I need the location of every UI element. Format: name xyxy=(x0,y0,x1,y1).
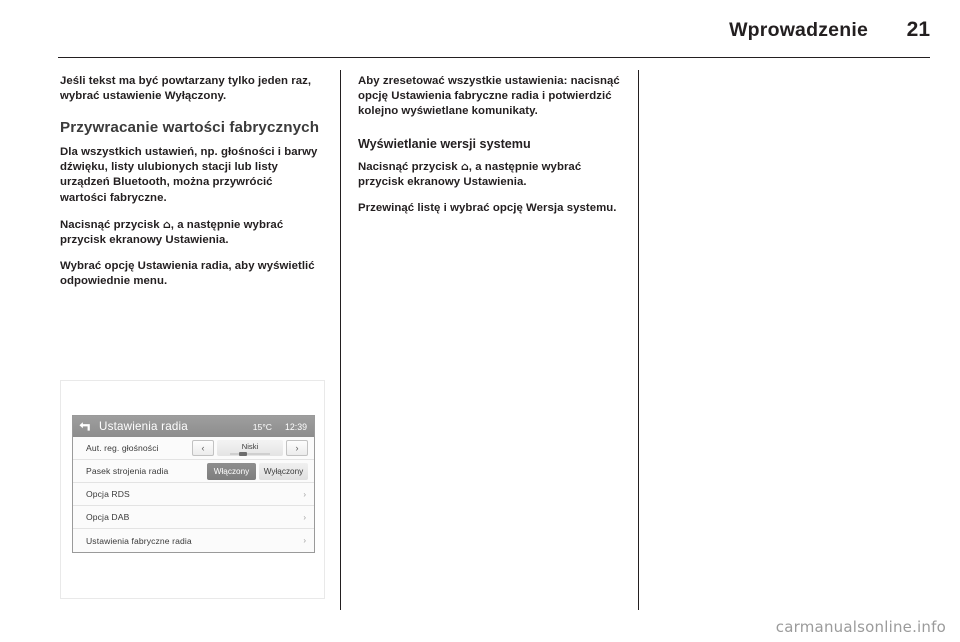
section-heading-system-version: Wyświetlanie wersji systemu xyxy=(358,136,531,151)
text-before-home-glyph: Nacisnąć przycisk xyxy=(60,218,163,231)
list-item[interactable]: Ustawienia fabryczne radia › xyxy=(73,529,314,552)
paragraph-select-radio-settings: Wybrać opcję Ustawienia radia, aby wyświ… xyxy=(60,260,315,288)
temperature-readout: 15°C xyxy=(252,421,272,432)
list-item[interactable]: Opcja DAB › xyxy=(73,506,314,529)
list-item[interactable]: Aut. reg. głośności ‹ Niski › xyxy=(73,437,314,460)
radio-screen-title: Ustawienia radia xyxy=(99,420,188,433)
column-middle: Aby zresetować wszystkie ustawienia: nac… xyxy=(358,74,620,227)
radio-titlebar: Ustawienia radia 15°C 12:39 xyxy=(73,416,314,437)
stepper-value: Niski xyxy=(217,440,283,456)
stepper-track xyxy=(230,451,270,456)
chevron-right-icon: › xyxy=(303,512,306,522)
home-button-icon: ⌂ xyxy=(162,217,171,231)
radio-settings-screen: Ustawienia radia 15°C 12:39 Aut. reg. gł… xyxy=(72,415,315,553)
paragraph-scroll-select-version: Przewinąć listę i wybrać opcję Wersja sy… xyxy=(358,202,617,215)
figure-radio-settings: Ustawienia radia 15°C 12:39 Aut. reg. gł… xyxy=(60,380,325,599)
stepper-next-button[interactable]: › xyxy=(286,440,308,456)
header-divider xyxy=(58,57,930,58)
section-heading-factory-reset: Przywracanie wartości fabrycznych xyxy=(60,119,320,137)
list-item[interactable]: Opcja RDS › xyxy=(73,483,314,506)
home-button-icon-2: ⌂ xyxy=(460,159,469,173)
row-label-tuning-bar: Pasek strojenia radia xyxy=(86,466,169,476)
chevron-right-icon: › xyxy=(303,489,306,499)
toggle-on-button[interactable]: Włączony xyxy=(207,462,256,480)
row-label-auto-volume: Aut. reg. głośności xyxy=(86,443,159,453)
column-divider-1 xyxy=(340,70,341,610)
row-label-rds-option: Opcja RDS xyxy=(86,489,130,499)
list-item[interactable]: Pasek strojenia radia Włączony Wyłączony xyxy=(73,460,314,483)
toggle-off-button[interactable]: Wyłączony xyxy=(259,462,308,480)
text-before-home-glyph-2: Nacisnąć przycisk xyxy=(358,160,461,173)
clock-readout: 12:39 xyxy=(284,421,307,432)
stepper-value-text: Niski xyxy=(241,441,259,451)
column-divider-2 xyxy=(638,70,639,610)
column-left: Jeśli tekst ma być powtarzany tylko jede… xyxy=(60,74,322,301)
page-number: 21 xyxy=(906,18,930,41)
page-header: Wprowadzenie 21 xyxy=(58,18,930,52)
radio-settings-list: Aut. reg. głośności ‹ Niski › Pasek stro… xyxy=(73,437,314,552)
paragraph-factory-values: Dla wszystkich ustawień, np. głośności i… xyxy=(60,145,318,204)
paragraph-reset-all-settings: Aby zresetować wszystkie ustawienia: nac… xyxy=(358,75,620,118)
paragraph-press-home-settings: Nacisnąć przycisk ⌂, a następnie wybrać … xyxy=(60,217,322,248)
chevron-right-icon: › xyxy=(303,536,306,545)
tuning-bar-toggle[interactable]: Włączony Wyłączony xyxy=(207,462,308,480)
paragraph-press-home-settings-2: Nacisnąć przycisk ⌂, a następnie wybrać … xyxy=(358,159,620,190)
manual-page: Wprowadzenie 21 Jeśli tekst ma być powta… xyxy=(0,0,960,642)
auto-volume-stepper[interactable]: ‹ Niski › xyxy=(192,440,308,456)
row-label-factory-settings: Ustawienia fabryczne radia xyxy=(86,535,192,546)
row-label-dab-option: Opcja DAB xyxy=(86,512,130,522)
back-arrow-icon[interactable] xyxy=(78,421,92,433)
paragraph-repeat-text: Jeśli tekst ma być powtarzany tylko jede… xyxy=(60,75,312,103)
stepper-prev-button[interactable]: ‹ xyxy=(192,440,214,456)
site-watermark: carmanualsonline.info xyxy=(775,618,946,636)
page-title: Wprowadzenie xyxy=(729,19,868,41)
